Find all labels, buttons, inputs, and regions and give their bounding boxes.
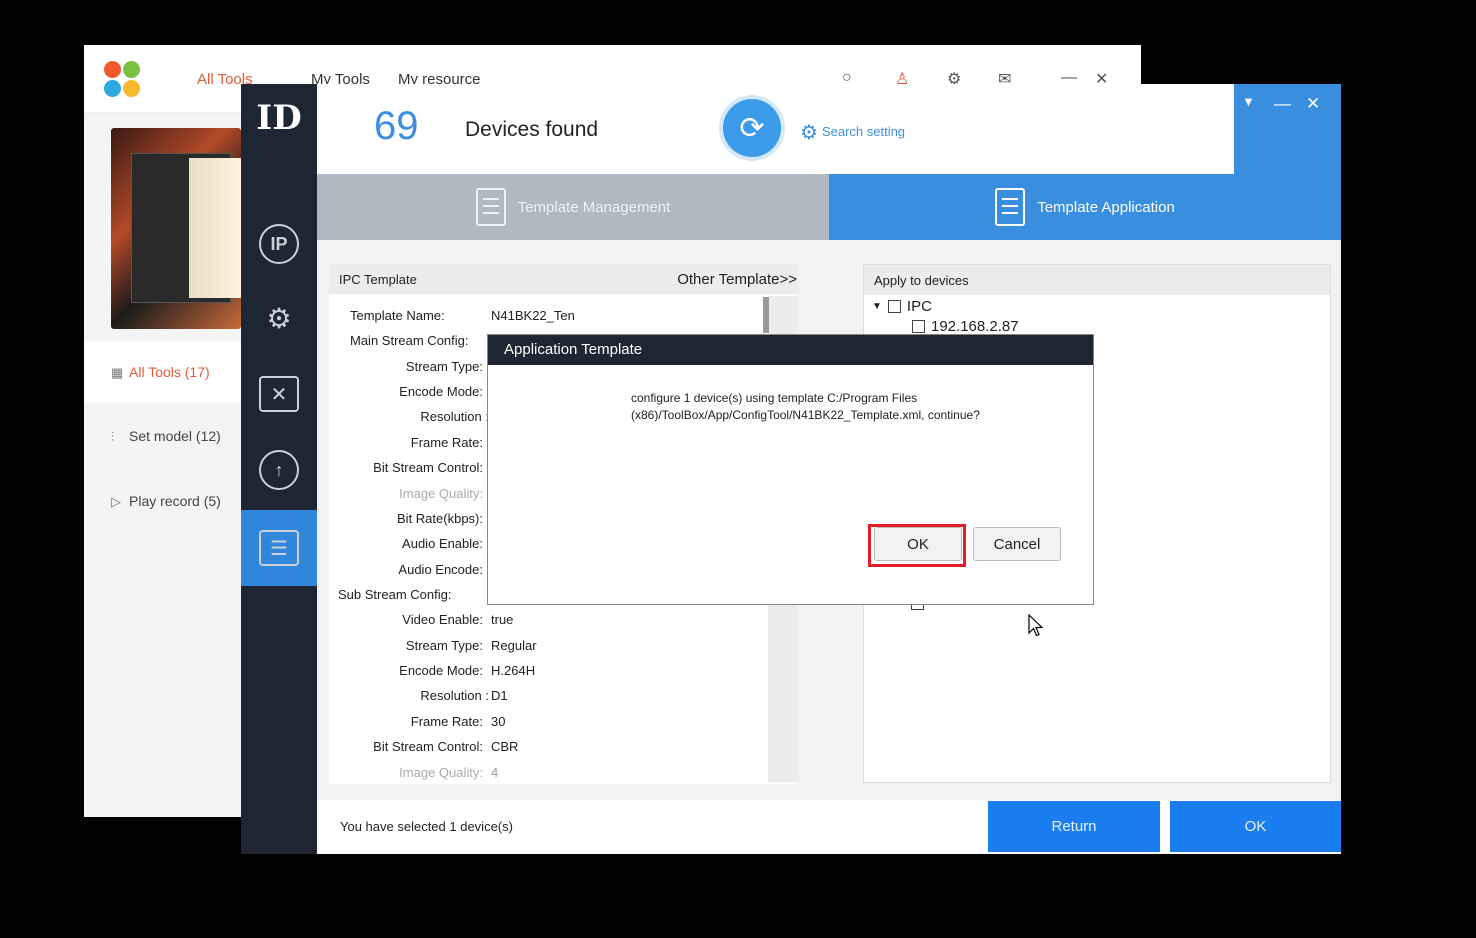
menu-label: Set model (12) <box>129 428 221 444</box>
window-controls: ▼ — ✕ <box>1234 84 1341 174</box>
template-name-row: Template Name: N41BK22_Ten <box>329 306 769 328</box>
field-label: Stream Type: <box>405 359 483 374</box>
document-apply-icon <box>995 188 1026 226</box>
application-template-dialog: Application Template configure 1 device(… <box>487 334 1094 605</box>
device-count: 69 <box>374 104 419 148</box>
device-checkbox[interactable] <box>912 320 925 333</box>
tab-template-application[interactable]: Template Application <box>829 174 1341 240</box>
ipc-template-title: IPC Template <box>339 272 417 287</box>
other-template-link[interactable]: Other Template>> <box>677 271 797 288</box>
close-icon[interactable]: ✕ <box>1306 94 1320 114</box>
nav-ip-search[interactable]: IP <box>241 206 317 282</box>
field-label: Encode Mode: <box>399 384 483 399</box>
expand-arrow-icon[interactable]: ▼ <box>872 301 882 312</box>
devices-found-label: Devices found <box>465 118 599 141</box>
field-row: Bit Stream Control: CBR <box>329 737 769 759</box>
field-label: Image Quality: <box>399 486 483 501</box>
app-logo: ID <box>256 98 302 138</box>
field-row: Video Enable: true <box>329 610 769 632</box>
group-label: IPC <box>906 298 932 315</box>
bottom-bar: You have selected 1 device(s) Return OK <box>317 800 1341 854</box>
search-setting-label: Search setting <box>821 124 906 139</box>
apply-devices-header: Apply to devices <box>864 265 1330 295</box>
tab-label: Template Management <box>517 198 671 216</box>
menu-label: Play record (5) <box>129 493 221 509</box>
tools-icon: ✕ <box>259 376 299 412</box>
field-row: Image Quality: 4 <box>329 763 769 785</box>
field-label: Bit Stream Control: <box>373 460 483 475</box>
menu-play-record[interactable]: ▷ Play record (5) <box>84 470 241 532</box>
document-add-icon <box>475 188 506 226</box>
ip-icon: IP <box>259 224 299 264</box>
dialog-cancel-button[interactable]: Cancel <box>973 527 1061 561</box>
field-label: Bit Rate(kbps): <box>397 511 483 526</box>
field-label: Template Name: <box>350 308 445 323</box>
tab-label: Template Application <box>1037 198 1175 216</box>
search-setting-link[interactable]: ⚙ Search setting <box>800 120 905 145</box>
field-label: Stream Type: <box>405 638 483 653</box>
field-label: Resolution : <box>420 409 489 424</box>
field-value: Regular <box>491 638 537 653</box>
menu-set-model[interactable]: ⫶ Set model (12) <box>84 405 241 467</box>
mouse-cursor-icon <box>1028 614 1044 637</box>
tree-group-ipc[interactable]: ▼ IPC <box>872 298 932 315</box>
camera-settings-icon: ⚙ <box>266 302 292 334</box>
field-value: 4 <box>491 765 499 780</box>
minimize-icon[interactable]: — <box>1274 94 1291 114</box>
header-bar: 69 Devices found ⟳ ⚙ Search setting <box>317 84 1234 174</box>
nav-camera-config[interactable]: ⚙ <box>241 280 317 356</box>
field-label: Audio Enable: <box>402 536 483 551</box>
field-label: Frame Rate: <box>410 714 483 729</box>
field-label: Audio Encode: <box>398 562 483 577</box>
toolbox-logo <box>104 61 142 99</box>
section-label: Sub Stream Config: <box>338 587 452 602</box>
nav-rail: ID IP ⚙ ✕ ↑ ☰ <box>241 84 317 854</box>
menu-all-tools[interactable]: ▦ All Tools (17) <box>84 341 241 403</box>
device-ip-label: 192.168.2.87 <box>931 318 1019 335</box>
apply-devices-title: Apply to devices <box>874 273 969 288</box>
ipc-template-header: IPC Template Other Template>> <box>329 264 797 294</box>
field-row: Resolution : D1 <box>329 686 769 708</box>
gear-icon: ⚙ <box>800 122 818 144</box>
tree-device-item[interactable]: 192.168.2.87 <box>912 318 1019 335</box>
field-row: Encode Mode: H.264H <box>329 661 769 683</box>
refresh-button[interactable]: ⟳ <box>723 99 781 157</box>
field-label: Encode Mode: <box>399 663 483 678</box>
template-icon: ☰ <box>259 530 299 566</box>
field-value: D1 <box>491 688 508 703</box>
dialog-ok-button[interactable]: OK <box>874 527 962 561</box>
sliders-icon: ⫶ <box>111 429 115 444</box>
selection-status: You have selected 1 device(s) <box>340 819 513 834</box>
tab-template-management[interactable]: Template Management <box>317 174 829 240</box>
field-row: Frame Rate: 30 <box>329 712 769 734</box>
nav-tools[interactable]: ✕ <box>241 356 317 432</box>
menu-label: All Tools (17) <box>129 364 210 380</box>
nav-upgrade[interactable]: ↑ <box>241 432 317 508</box>
play-icon: ▷ <box>111 494 121 509</box>
return-button[interactable]: Return <box>988 801 1160 852</box>
grid-icon: ▦ <box>111 365 124 380</box>
group-checkbox[interactable] <box>887 300 901 313</box>
refresh-icon: ⟳ <box>739 111 765 145</box>
field-value: CBR <box>491 739 519 754</box>
nav-template[interactable]: ☰ <box>241 510 317 586</box>
field-label: Image Quality: <box>399 765 483 780</box>
ok-button[interactable]: OK <box>1170 801 1341 852</box>
dialog-title: Application Template <box>488 335 1093 365</box>
section-label: Main Stream Config: <box>350 333 469 348</box>
field-label: Frame Rate: <box>410 435 483 450</box>
tool-thumbnail[interactable] <box>111 128 241 329</box>
field-value: H.264H <box>491 663 536 678</box>
field-value: true <box>491 612 514 627</box>
dialog-message: configure 1 device(s) using template C:/… <box>631 391 980 422</box>
field-label: Resolution : <box>420 688 489 703</box>
upload-icon: ↑ <box>259 450 299 490</box>
dropdown-icon[interactable]: ▼ <box>1242 94 1255 109</box>
field-row: Stream Type: Regular <box>329 636 769 658</box>
field-label: Video Enable: <box>402 612 483 627</box>
field-value: 30 <box>491 714 506 729</box>
template-name-value: N41BK22_Ten <box>491 308 575 323</box>
field-label: Bit Stream Control: <box>373 739 483 754</box>
